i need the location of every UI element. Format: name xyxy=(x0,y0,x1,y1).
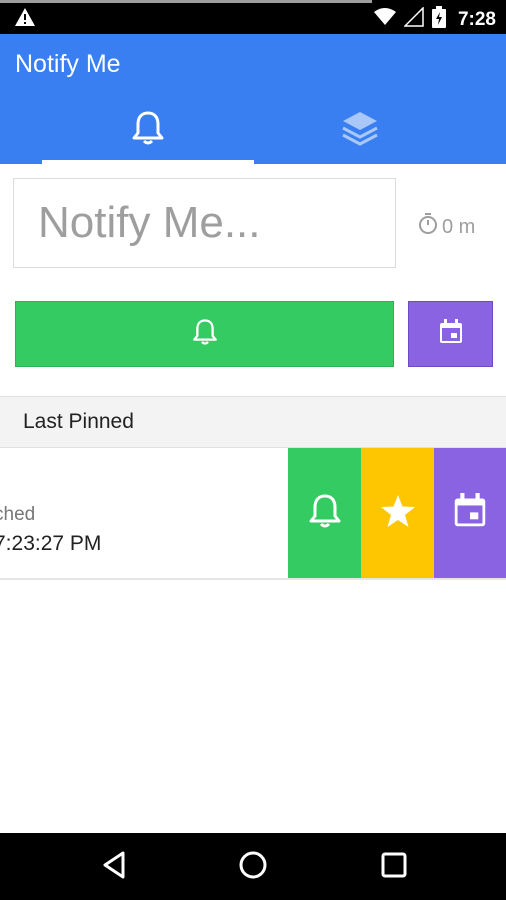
warning-icon xyxy=(14,7,36,32)
pinned-list-item[interactable]: ched 7:23:27 PM xyxy=(0,448,506,580)
stopwatch-icon xyxy=(418,213,438,241)
layers-icon xyxy=(341,110,379,151)
home-button[interactable] xyxy=(233,847,273,887)
back-button[interactable] xyxy=(94,847,134,887)
signal-icon xyxy=(403,6,424,32)
recents-button[interactable] xyxy=(374,847,414,887)
status-progress-bar xyxy=(0,0,372,3)
status-icons: 7:28 xyxy=(373,6,496,33)
calendar-icon xyxy=(452,493,488,534)
notify-button[interactable] xyxy=(15,301,394,367)
star-icon xyxy=(380,494,416,533)
section-title: Last Pinned xyxy=(23,410,134,433)
swipe-favorite-button[interactable] xyxy=(361,448,434,578)
bell-icon xyxy=(131,110,165,151)
navigation-bar xyxy=(0,833,506,900)
back-icon xyxy=(101,851,127,884)
pinned-item-subtitle: ched xyxy=(0,504,36,525)
tab-notify[interactable] xyxy=(42,96,254,164)
swipe-calendar-button[interactable] xyxy=(434,448,506,578)
bell-icon xyxy=(308,493,342,534)
tab-indicator xyxy=(42,160,254,164)
screen: 7:28 Notify Me Notify Me... 0 m Last Pin… xyxy=(0,0,506,900)
app-title: Notify Me xyxy=(15,50,121,78)
app-bar: Notify Me xyxy=(0,34,506,164)
status-time: 7:28 xyxy=(457,8,496,30)
timer-display[interactable]: 0 m xyxy=(418,213,475,241)
battery-charging-icon xyxy=(431,6,446,33)
bell-icon xyxy=(192,318,218,351)
pinned-item-time: 7:23:27 PM xyxy=(0,532,102,555)
status-bar: 7:28 xyxy=(0,0,506,34)
tab-layers[interactable] xyxy=(254,96,466,164)
calendar-icon xyxy=(438,318,464,350)
calendar-button[interactable] xyxy=(408,301,493,367)
timer-label: 0 m xyxy=(442,215,476,238)
notify-text-input[interactable]: Notify Me... xyxy=(13,178,396,268)
swipe-notify-button[interactable] xyxy=(288,448,361,578)
home-icon xyxy=(238,850,268,885)
section-header: Last Pinned xyxy=(0,396,506,448)
recents-icon xyxy=(381,852,407,883)
wifi-icon xyxy=(373,8,396,31)
